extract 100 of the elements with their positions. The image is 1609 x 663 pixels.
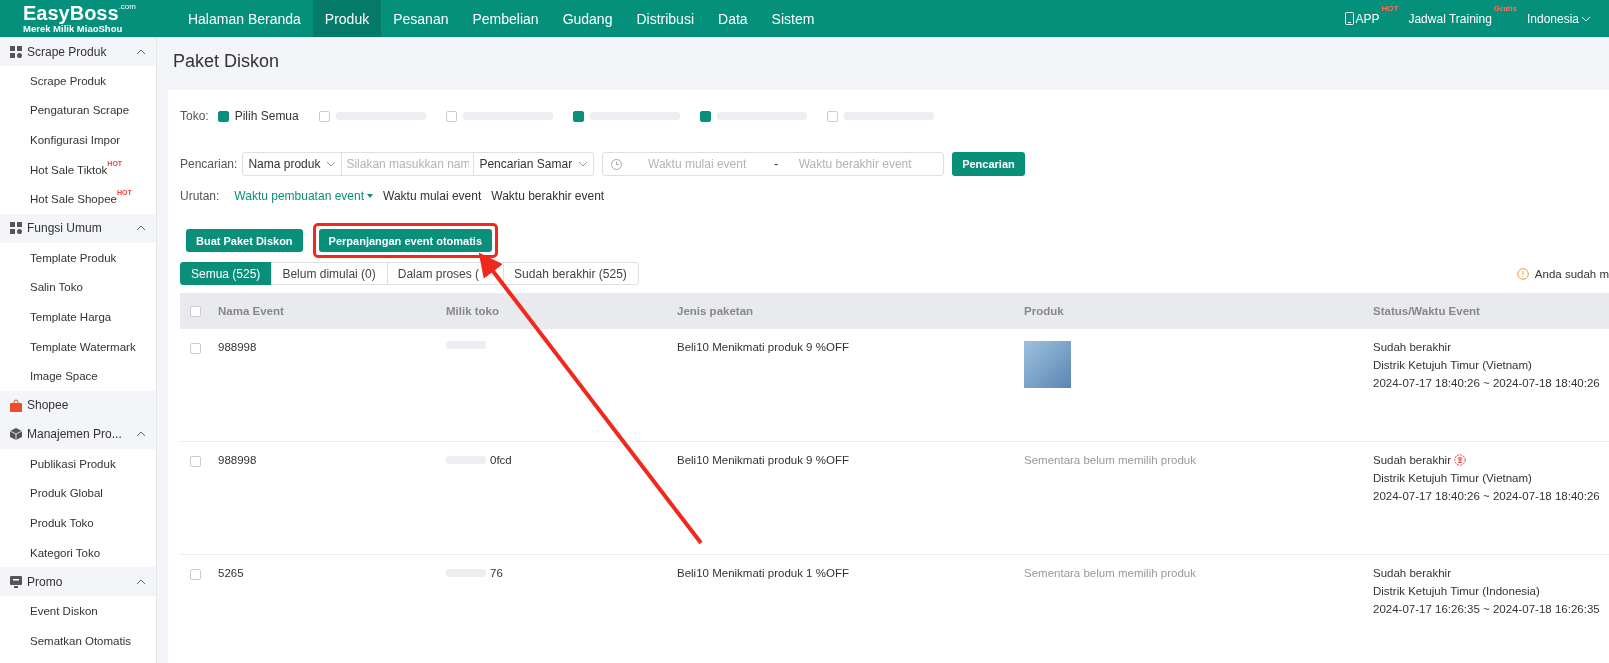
region-text: Distrik Ketujuh Timur (Vietnam)	[1373, 472, 1533, 484]
sidebar-item[interactable]: Salin Toko	[30, 281, 83, 294]
nav-menu-item[interactable]: Halaman Beranda	[175, 0, 313, 37]
table-cell-text: Beli10 Menikmati produk 9 %OFF	[677, 454, 850, 466]
column-header: Milik toko	[446, 305, 501, 317]
chevron-up-icon	[136, 578, 146, 585]
action-button[interactable]: Perpanjangan event otomatis	[318, 229, 493, 252]
filter-label: Pencarian:	[180, 157, 238, 171]
sidebar-item[interactable]: Template Harga	[30, 310, 112, 323]
region-text: Distrik Ketujuh Timur (Vietnam)	[1373, 359, 1533, 371]
sidebar-item[interactable]: Kategori Toko	[30, 546, 101, 559]
nav-menu-item[interactable]: Sistem	[759, 0, 827, 37]
table-cell-text: 988998	[218, 341, 258, 353]
checkbox[interactable]	[699, 110, 711, 122]
search-bar[interactable]: Nama produk Silakan masukkan nam Pencarian Samar	[242, 152, 595, 176]
notice-text: Anda sudah m	[1534, 267, 1609, 280]
sidebar-item[interactable]: Produk Global	[30, 487, 103, 500]
sort-option[interactable]: Waktu berakhir event	[491, 189, 605, 203]
region-text: Distrik Ketujuh Timur (Indonesia)	[1373, 585, 1541, 597]
sidebar-item[interactable]: Konfigurasi Impor	[30, 134, 121, 146]
status-tab[interactable]: Dalam proses (	[386, 262, 505, 285]
column-header: Nama Event	[218, 305, 285, 317]
chevron-up-icon	[136, 48, 146, 55]
grid-icon	[10, 45, 22, 58]
sidebar-item[interactable]: Template Produk	[30, 251, 117, 264]
table-cell-text: 5265	[218, 567, 245, 579]
sidebar-group-title: Shopee	[27, 398, 69, 413]
header-link[interactable]: APP	[1355, 11, 1380, 26]
checkbox[interactable]	[826, 110, 838, 122]
sort-label: Urutan:	[180, 189, 220, 203]
sidebar-item[interactable]: Image Space	[30, 370, 98, 383]
table-cell-text: Beli10 Menikmati produk 9 %OFF	[677, 341, 850, 353]
chevron-up-icon	[136, 225, 146, 232]
chevron-down-icon	[326, 161, 337, 167]
table-cell-text: Beli10 Menikmati produk 1 %OFF	[677, 567, 850, 579]
search-mode-dropdown[interactable]: Pencarian Samar	[474, 153, 594, 175]
sidebar-group-header[interactable]: Fungsi Umum	[0, 213, 156, 243]
filter-label: Toko:	[180, 109, 209, 123]
sidebar-item[interactable]: Hot Sale Shopee	[30, 193, 117, 206]
warning-icon	[1516, 267, 1529, 280]
clock-icon	[611, 158, 623, 170]
sidebar-group-header[interactable]: Shopee	[0, 390, 156, 420]
checkbox[interactable]	[190, 456, 201, 467]
column-header: Produk	[1024, 305, 1065, 317]
sidebar-group-title: Promo	[27, 574, 63, 589]
sidebar-item[interactable]: Pengaturan Scrape	[30, 104, 130, 117]
nav-menu-item[interactable]: Distribusi	[624, 0, 707, 37]
sidebar-group-header[interactable]: Scrape Produk	[0, 37, 156, 66]
nav-menu-item[interactable]: Gudang	[550, 0, 625, 37]
checkbox-label[interactable]: Pilih Semua	[234, 109, 299, 123]
shopping-bag-icon	[10, 398, 22, 412]
chevron-down-icon	[578, 161, 589, 167]
start-date-input[interactable]: Waktu mulai event	[622, 156, 773, 172]
sidebar-item[interactable]: Produk Toko	[30, 516, 94, 529]
hot-label: HOT	[1381, 3, 1399, 13]
nav-menu-item[interactable]: Data	[706, 0, 760, 37]
date-range-picker[interactable]: Waktu mulai event - Waktu berakhir event	[602, 152, 945, 176]
sidebar-item[interactable]: Publikasi Produk	[30, 457, 116, 470]
sidebar-item[interactable]: Sematkan Otomatis	[30, 634, 131, 647]
checkbox[interactable]	[190, 343, 201, 354]
sidebar-group-header[interactable]: Manajemen Pro...	[0, 419, 156, 449]
sidebar-group-title: Manajemen Pro...	[27, 427, 122, 442]
page-title: Paket Diskon	[172, 50, 281, 73]
status-tab[interactable]: Belum dimulai (0)	[271, 262, 388, 285]
checkbox[interactable]	[190, 569, 201, 580]
nav-menu-item[interactable]: Pesanan	[381, 0, 461, 37]
status-tab[interactable]: Sudah berakhir (525)	[503, 262, 639, 285]
status-text: Sudah berakhir	[1373, 341, 1451, 353]
sidebar-group-title: Scrape Produk	[27, 44, 107, 59]
sidebar-item[interactable]: Hot Sale Tiktok	[30, 163, 108, 176]
checkbox[interactable]	[318, 110, 330, 122]
period-text: 2024-07-17 16:26:35 ~ 2024-07-18 16:26:35	[1373, 603, 1601, 615]
table-cell-text: 988998	[218, 454, 258, 466]
nav-menu-item[interactable]: Produk	[312, 0, 382, 37]
nav-menu-item[interactable]: Pembelian	[460, 0, 551, 37]
checkbox[interactable]	[217, 110, 229, 122]
header-link[interactable]: Jadwal Training	[1408, 11, 1492, 26]
language-dropdown[interactable]: Indonesia	[1526, 11, 1579, 26]
sidebar-group-title: Fungsi Umum	[27, 221, 102, 236]
table-cell: 0fcd	[490, 454, 512, 466]
sort-option[interactable]: Waktu mulai event	[383, 189, 482, 203]
checkbox[interactable]	[572, 110, 584, 122]
photo-placeholder	[1024, 341, 1071, 388]
empty-product-text: Sementara belum memilih produk	[1024, 454, 1196, 466]
sort-option[interactable]: Waktu pembuatan event	[234, 189, 373, 203]
column-header: Jenis paketan	[677, 305, 755, 317]
sidebar-item[interactable]: Scrape Produk	[30, 74, 107, 87]
status-tab[interactable]: Semua (525)	[180, 262, 273, 285]
search-button[interactable]: Pencarian	[952, 152, 1025, 176]
column-header: Status/Waktu Event	[1373, 305, 1481, 317]
sidebar-item[interactable]: Event Diskon	[30, 605, 98, 618]
monitor-icon	[10, 575, 22, 588]
checkbox[interactable]	[445, 110, 457, 122]
sidebar-group-header[interactable]: Promo	[0, 567, 156, 597]
cube-icon	[10, 428, 22, 441]
action-button[interactable]: Buat Paket Diskon	[186, 229, 303, 252]
checkbox[interactable]	[190, 305, 201, 317]
end-date-input[interactable]: Waktu berakhir event	[780, 156, 931, 172]
sidebar-item[interactable]: Template Watermark	[30, 340, 136, 353]
phone-icon	[1344, 12, 1354, 25]
